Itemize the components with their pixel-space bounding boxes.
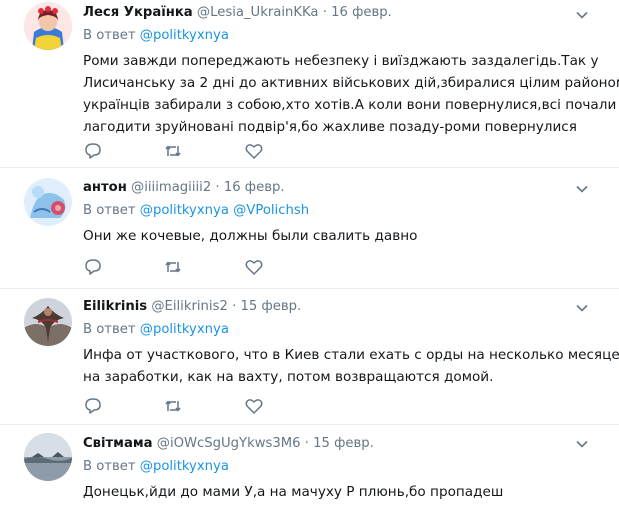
reply-prefix: В ответ (83, 459, 136, 474)
separator: · (232, 299, 237, 314)
author-handle[interactable]: @Lesia_UkrainKKa (197, 5, 319, 20)
tweet-actions (83, 141, 283, 161)
reply-icon[interactable] (83, 257, 103, 277)
reply-icon[interactable] (83, 396, 103, 416)
text-line: Инфа от участкового, что в Киев стали ех… (83, 347, 619, 363)
text-line: Лисичанську за 2 дні до активних військо… (83, 75, 619, 91)
tweet-text: Роми завжди попереджають небезпеку і виї… (83, 50, 619, 138)
avatar[interactable] (24, 433, 72, 481)
separator: · (304, 436, 309, 451)
chevron-down-icon[interactable] (575, 300, 589, 314)
reply-icon[interactable] (83, 141, 103, 161)
author-handle[interactable]: @iOWcSgUgYkws3M6 (157, 436, 301, 451)
avatar[interactable] (24, 178, 72, 226)
reply-context: В ответ @politkyxnya (83, 458, 599, 476)
tweet[interactable]: Світмама @iOWcSgUgYkws3M6 · 15 февр. В о… (0, 425, 619, 525)
author-name[interactable]: антон (83, 180, 127, 195)
reply-prefix: В ответ (83, 28, 136, 43)
reply-context: В ответ @politkyxnya (83, 27, 599, 45)
mention-link[interactable]: @politkyxnya (140, 322, 229, 337)
mention-link[interactable]: @politkyxnya (140, 203, 229, 218)
tweet-actions (83, 396, 283, 416)
text-line: Они же кочевые, должны были свалить давн… (83, 228, 418, 244)
tweet-text: Донецьк,йди до мами У,а на мачуху Р плюн… (83, 481, 599, 503)
tweet[interactable]: Леся Українка @Lesia_UkrainKKa · 16 февр… (0, 0, 619, 168)
mention-link[interactable]: @politkyxnya (140, 459, 229, 474)
tweet-text: Они же кочевые, должны были свалить давн… (83, 225, 599, 247)
text-line: лагодити зруйновані подвір'я,бо жахливе … (83, 119, 577, 135)
avatar[interactable] (24, 2, 72, 50)
tweet[interactable]: Eilikrinis @Eilikrinis2 · 15 февр. В отв… (0, 289, 619, 425)
text-line: Донецьк,йди до мами У,а на мачуху Р плюн… (83, 484, 504, 500)
chevron-down-icon[interactable] (575, 181, 589, 195)
tweet-date[interactable]: 16 февр. (331, 5, 392, 20)
avatar[interactable] (24, 298, 72, 346)
retweet-icon[interactable] (163, 396, 183, 416)
like-icon[interactable] (244, 141, 264, 161)
retweet-icon[interactable] (163, 141, 183, 161)
reply-context: В ответ @politkyxnya @VPolichsh (83, 202, 599, 220)
author-name[interactable]: Світмама (83, 436, 153, 451)
author-handle[interactable]: @iiiimagiiii2 (131, 180, 211, 195)
text-line: Роми завжди попереджають небезпеку і виї… (83, 53, 599, 69)
text-line: українців забирали з собою,хто хотів.А к… (83, 97, 617, 113)
reply-feed: Леся Українка @Lesia_UkrainKKa · 16 февр… (0, 0, 619, 511)
tweet[interactable]: антон @iiiimagiiii2 · 16 февр. В ответ @… (0, 168, 619, 289)
author-name[interactable]: Eilikrinis (83, 299, 147, 314)
like-icon[interactable] (244, 257, 264, 277)
tweet-date[interactable]: 16 февр. (224, 180, 285, 195)
reply-prefix: В ответ (83, 203, 136, 218)
tweet-date[interactable]: 15 февр. (313, 436, 374, 451)
tweet-date[interactable]: 15 февр. (240, 299, 301, 314)
text-line: на заработки, как на вахту, потом возвра… (83, 369, 494, 385)
mention-link[interactable]: @VPolichsh (233, 203, 309, 218)
separator: · (322, 5, 327, 20)
tweet-actions (83, 257, 283, 277)
reply-context: В ответ @politkyxnya (83, 321, 599, 339)
like-icon[interactable] (244, 396, 264, 416)
reply-prefix: В ответ (83, 322, 136, 337)
retweet-icon[interactable] (163, 257, 183, 277)
mention-link[interactable]: @politkyxnya (140, 28, 229, 43)
author-name[interactable]: Леся Українка (83, 5, 193, 20)
chevron-down-icon[interactable] (575, 7, 589, 21)
separator: · (215, 180, 220, 195)
tweet-text: Инфа от участкового, что в Киев стали ех… (83, 344, 619, 388)
chevron-down-icon[interactable] (575, 436, 589, 450)
author-handle[interactable]: @Eilikrinis2 (151, 299, 228, 314)
